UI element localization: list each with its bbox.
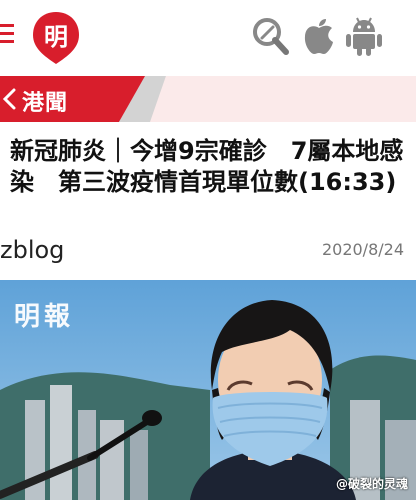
article-date: 2020/8/24 — [321, 240, 404, 259]
app-logo[interactable]: 明 — [30, 10, 82, 66]
menu-icon[interactable] — [0, 24, 14, 44]
section-bar-strip — [150, 76, 416, 122]
article-author: zblog — [0, 236, 65, 264]
top-bar: 明 — [0, 0, 416, 76]
article-title: 新冠肺炎｜今增9宗確診 7屬本地感染 第三波疫情首現單位數(16:33) — [10, 137, 404, 196]
section-bar: 港聞 — [0, 76, 416, 122]
android-icon[interactable] — [346, 14, 386, 58]
article-photo: 明報 @破裂的灵魂 — [0, 280, 416, 500]
section-tab[interactable]: 港聞 — [0, 76, 145, 122]
logo-text: 明 — [44, 23, 68, 51]
photo-credit-text: @破裂的灵魂 — [335, 477, 408, 491]
section-label: 港聞 — [22, 91, 69, 116]
photo-watermark: 明報 — [14, 302, 75, 332]
photo-credit: @破裂的灵魂 — [336, 475, 408, 492]
apple-icon[interactable] — [302, 14, 342, 58]
back-chevron-icon[interactable] — [2, 88, 16, 110]
search-icon[interactable] — [250, 14, 290, 58]
